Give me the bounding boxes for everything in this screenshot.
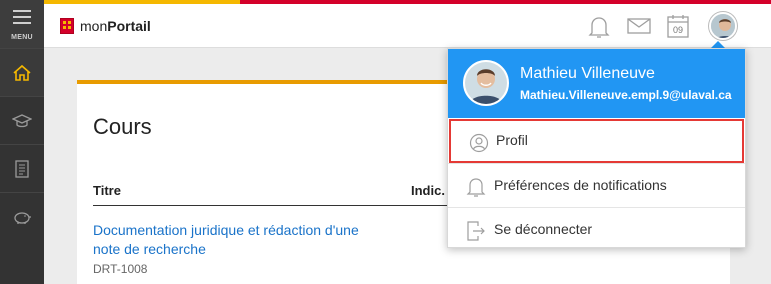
sidebar-item-documents[interactable] (0, 144, 44, 192)
column-header-titre: Titre (93, 183, 121, 198)
home-icon (13, 64, 31, 81)
hamburger-icon (13, 10, 31, 28)
calendar-day: 09 (673, 25, 683, 35)
university-crest-icon (60, 18, 74, 34)
column-header-indic: Indic. (411, 183, 445, 198)
menu-item-logout[interactable]: Se déconnecter (448, 207, 745, 251)
menu-item-label: Préférences de notifications (494, 177, 667, 193)
top-header: monPortail 09 (44, 4, 771, 48)
document-icon (15, 160, 29, 178)
menu-label: MENU (11, 34, 33, 41)
avatar (711, 14, 735, 38)
user-menu-dropdown: Mathieu Villeneuve Mathieu.Villeneuve.em… (447, 48, 746, 248)
menu-item-notification-preferences[interactable]: Préférences de notifications (448, 163, 745, 207)
page-title: Cours (93, 114, 152, 139)
left-sidebar: MENU (0, 0, 44, 284)
graduation-cap-icon (12, 114, 32, 128)
menu-item-label: Se déconnecter (494, 221, 593, 237)
user-email: Mathieu.Villeneuve.empl.9@ulaval.ca (520, 88, 732, 102)
user-avatar-button[interactable] (709, 12, 737, 40)
sidebar-item-studies[interactable] (0, 96, 44, 144)
user-circle-icon (469, 133, 489, 153)
course-code: DRT-1008 (93, 262, 148, 276)
notifications-bell-icon[interactable] (587, 14, 611, 40)
mail-icon[interactable] (627, 17, 651, 35)
logout-icon (467, 221, 485, 241)
bell-icon (466, 178, 486, 197)
piggy-bank-icon (14, 212, 31, 224)
course-title-link[interactable]: Documentation juridique et rédaction d'u… (93, 221, 383, 259)
sidebar-item-finances[interactable] (0, 192, 44, 240)
avatar (463, 60, 509, 106)
user-menu-header: Mathieu Villeneuve Mathieu.Villeneuve.em… (448, 49, 745, 118)
sidebar-item-home[interactable] (0, 48, 44, 96)
calendar-icon[interactable]: 09 (667, 14, 689, 38)
user-name: Mathieu Villeneuve (520, 65, 655, 82)
brand-name: monPortail (80, 18, 151, 34)
menu-button[interactable]: MENU (0, 0, 44, 48)
menu-item-label: Profil (496, 132, 528, 148)
menu-item-profil[interactable]: Profil (449, 119, 744, 163)
brand-logo[interactable]: monPortail (60, 17, 151, 35)
